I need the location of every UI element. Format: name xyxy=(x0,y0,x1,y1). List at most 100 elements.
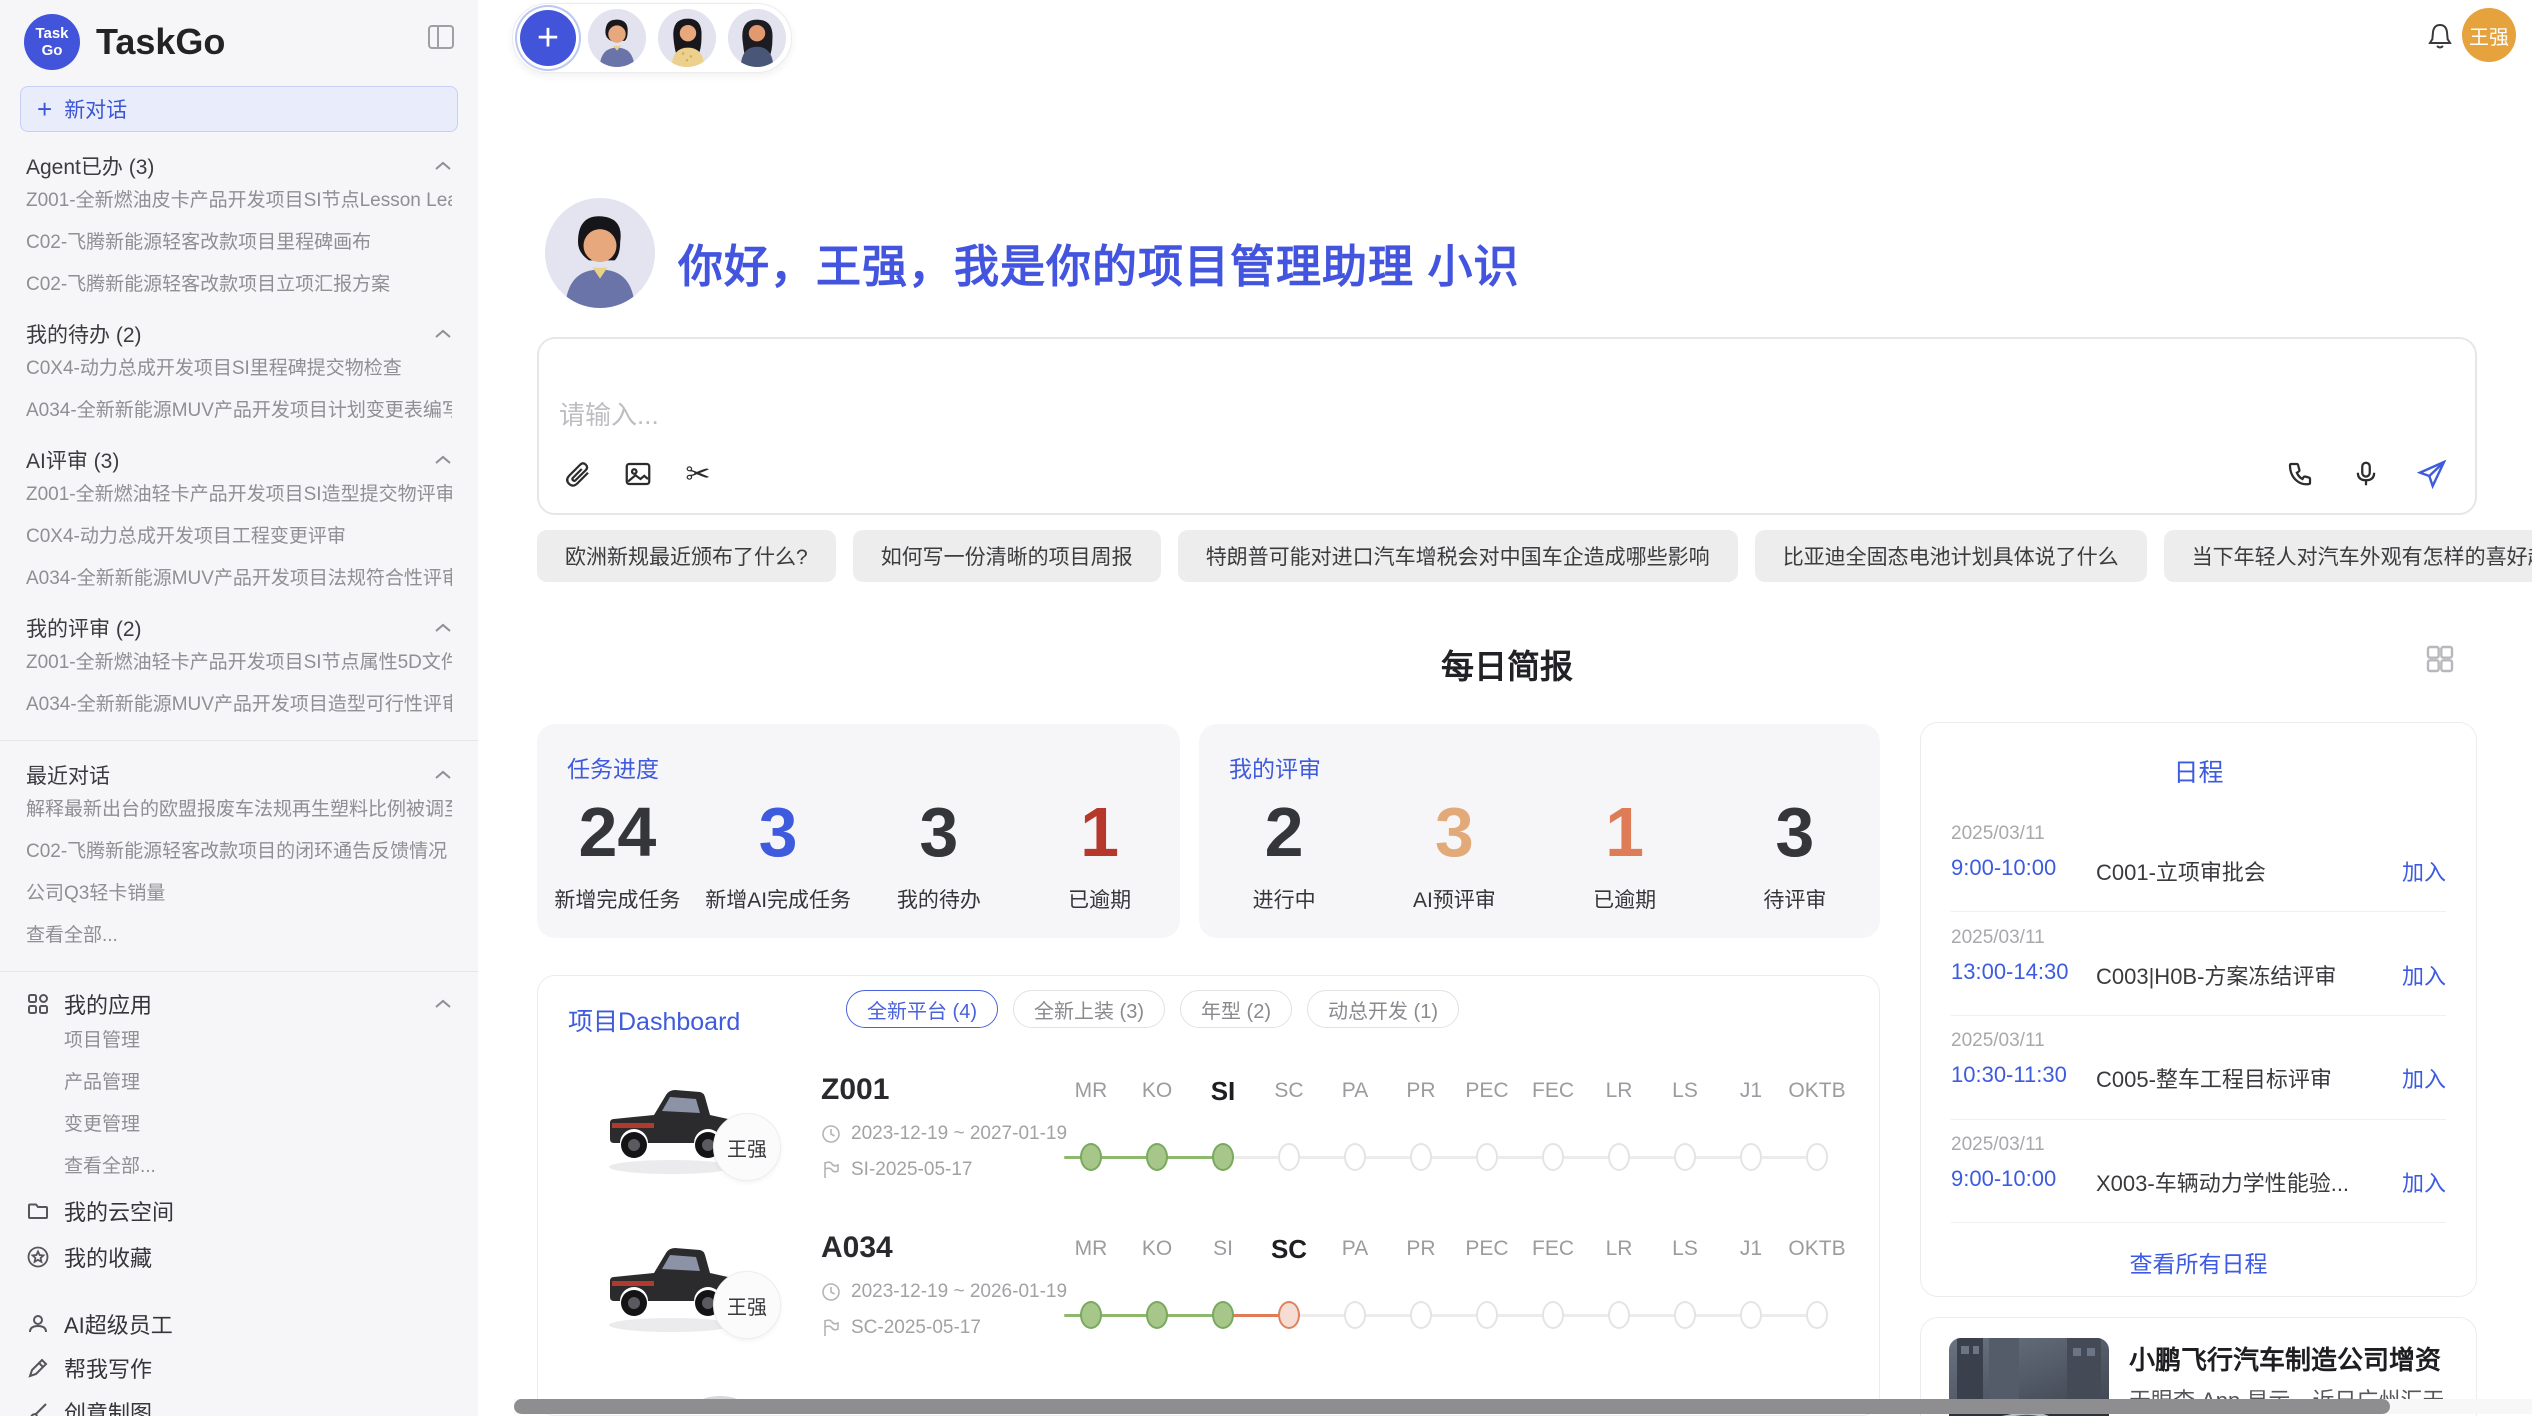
join-link[interactable]: 加入 xyxy=(2402,1166,2446,1198)
sidebar-item-change-mgmt[interactable]: 变更管理 xyxy=(26,1104,452,1146)
schedule-name: X003-车辆动力学性能验... xyxy=(2096,1166,2349,1198)
milestone-label: PA xyxy=(1322,1234,1388,1264)
list-item[interactable]: C02-飞腾新能源轻客改款项目的闭环通告反馈情况 xyxy=(26,831,452,873)
list-item[interactable]: C02-飞腾新能源轻客改款项目里程碑画布 xyxy=(26,222,452,264)
session-avatar-2[interactable] xyxy=(658,9,716,67)
milestone-dot xyxy=(1608,1301,1630,1329)
greeting-text: 你好，王强，我是你的项目管理助理 小识 xyxy=(678,230,1520,295)
list-item[interactable]: C0X4-动力总成开发项目工程变更评审 xyxy=(26,516,452,558)
view-all-link[interactable]: 查看全部... xyxy=(26,1146,452,1188)
brush-icon xyxy=(26,1400,50,1416)
dashboard-title: 项目Dashboard xyxy=(568,1002,740,1038)
view-all-link[interactable]: 查看全部... xyxy=(26,915,452,957)
suggestion-chip[interactable]: 欧洲新规最近颁布了什么? xyxy=(537,530,836,582)
project-name: Z001 xyxy=(821,1073,889,1107)
stat-pending-review: 3 待评审 xyxy=(1710,796,1880,914)
flag-icon xyxy=(821,1160,841,1180)
suggestion-chip[interactable]: 特朗普可能对进口汽车增税会对中国车企造成哪些影响 xyxy=(1178,530,1738,582)
my-apps-label: 我的应用 xyxy=(64,988,152,1020)
section-my-review[interactable]: 我的评审 (2) xyxy=(26,614,452,642)
join-link[interactable]: 加入 xyxy=(2402,855,2446,887)
dates-text: 2023-12-19 ~ 2026-01-19 xyxy=(851,1281,1067,1303)
tab-powertrain[interactable]: 动总开发 (1) xyxy=(1307,990,1459,1028)
assistant-avatar xyxy=(545,198,655,308)
milestone-dot xyxy=(1146,1301,1168,1329)
list-item[interactable]: A034-全新新能源MUV产品开发项目法规符合性评审 xyxy=(26,558,452,600)
sidebar-item-cloud-space[interactable]: 我的云空间 xyxy=(26,1188,452,1234)
stat-new-completed: 24 新增完成任务 xyxy=(537,796,698,914)
phone-icon[interactable] xyxy=(2283,457,2317,491)
list-item[interactable]: C02-飞腾新能源轻客改款项目立项汇报方案 xyxy=(26,264,452,306)
join-link[interactable]: 加入 xyxy=(2402,1062,2446,1094)
list-item[interactable]: Z001-全新燃油轻卡产品开发项目SI节点属性5D文件评审 xyxy=(26,642,452,684)
image-icon[interactable] xyxy=(621,457,655,491)
chevron-up-icon xyxy=(434,622,452,634)
paperclip-icon[interactable] xyxy=(561,457,595,491)
list-item[interactable]: A034-全新新能源MUV产品开发项目计划变更表编写 xyxy=(26,390,452,432)
milestone-label: MR xyxy=(1058,1076,1124,1106)
milestone-dot xyxy=(1740,1301,1762,1329)
suggestion-chip[interactable]: 比亚迪全固态电池计划具体说了什么 xyxy=(1755,530,2147,582)
divider xyxy=(0,971,478,972)
tab-new-body[interactable]: 全新上装 (3) xyxy=(1013,990,1165,1028)
project-row-z001[interactable]: 王强 Z001 2023-12-19 ~ 2027-01-19 SI-2025-… xyxy=(538,1061,1879,1219)
section-agent-done[interactable]: Agent已办 (3) xyxy=(26,152,452,180)
session-avatar-3[interactable] xyxy=(728,9,786,67)
layout-grid-icon[interactable] xyxy=(2424,643,2456,675)
attachment-tools: ✂ xyxy=(561,457,715,491)
sidebar-item-product-mgmt[interactable]: 产品管理 xyxy=(26,1062,452,1104)
milestone-dot xyxy=(1080,1143,1102,1171)
app-root: Task Go TaskGo + 新对话 Agent已办 (3) Z001-全新… xyxy=(0,0,2532,1416)
sidebar-item-creative-drawing[interactable]: 创意制图 xyxy=(26,1390,452,1416)
sidebar-item-my-apps[interactable]: 我的应用 xyxy=(26,988,452,1020)
new-chat-button[interactable]: + 新对话 xyxy=(20,86,458,132)
logo-line1: Task xyxy=(35,25,68,42)
sidebar-item-ai-employee[interactable]: AI超级员工 xyxy=(26,1302,452,1346)
list-item[interactable]: 解释最新出台的欧盟报废车法规再生塑料比例被调至15%... xyxy=(26,789,452,831)
milestone-dot xyxy=(1278,1143,1300,1171)
milestone-label: PR xyxy=(1388,1234,1454,1264)
sidebar-collapse-icon[interactable] xyxy=(426,22,456,52)
section-ai-review[interactable]: AI评审 (3) xyxy=(26,446,452,474)
notifications-bell-icon[interactable] xyxy=(2424,20,2456,52)
schedule-title: 日程 xyxy=(1921,753,2476,789)
list-item[interactable]: Z001-全新燃油皮卡产品开发项目SI节点Lesson Learn报告 xyxy=(26,180,452,222)
chat-input[interactable] xyxy=(559,395,1959,435)
stat-value: 1 xyxy=(1019,796,1180,868)
list-item[interactable]: C0X4-动力总成开发项目SI里程碑提交物检查 xyxy=(26,348,452,390)
section-recent-chats[interactable]: 最近对话 xyxy=(26,761,452,789)
add-session-button[interactable]: + xyxy=(520,10,576,66)
horizontal-scrollbar-track[interactable] xyxy=(514,1399,2532,1414)
tab-all-new-platform[interactable]: 全新平台 (4) xyxy=(846,990,998,1028)
project-row-a034[interactable]: 王强 A034 2023-12-19 ~ 2026-01-19 SC-2025-… xyxy=(538,1219,1879,1377)
dashboard-tabs: 全新平台 (4) 全新上装 (3) 年型 (2) 动总开发 (1) xyxy=(846,990,1459,1028)
section-my-todo[interactable]: 我的待办 (2) xyxy=(26,320,452,348)
suggestion-chip[interactable]: 如何写一份清晰的项目周报 xyxy=(853,530,1161,582)
tab-model-year[interactable]: 年型 (2) xyxy=(1180,990,1292,1028)
list-item[interactable]: Z001-全新燃油轻卡产品开发项目SI造型提交物评审 xyxy=(26,474,452,516)
stat-new-ai-completed: 3 新增AI完成任务 xyxy=(698,796,859,914)
scissors-icon[interactable]: ✂ xyxy=(681,457,715,491)
list-item[interactable]: 公司Q3轻卡销量 xyxy=(26,873,452,915)
suggestion-chips: 欧洲新规最近颁布了什么? 如何写一份清晰的项目周报 特朗普可能对进口汽车增税会对… xyxy=(537,530,2477,582)
horizontal-scrollbar-thumb[interactable] xyxy=(514,1399,2390,1414)
milestone-dot xyxy=(1674,1301,1696,1329)
send-icon[interactable] xyxy=(2415,457,2449,491)
logo-row: Task Go TaskGo xyxy=(0,6,478,78)
session-avatar-1[interactable] xyxy=(588,9,646,67)
view-all-schedule-link[interactable]: 查看所有日程 xyxy=(1921,1245,2476,1279)
suggestion-chip[interactable]: 当下年轻人对汽车外观有怎样的喜好趋势 xyxy=(2164,530,2532,582)
owner-name: 王强 xyxy=(727,1291,767,1320)
user-avatar[interactable]: 王强 xyxy=(2462,8,2516,62)
sidebar-item-help-writing[interactable]: 帮我写作 xyxy=(26,1346,452,1390)
milestone-dot xyxy=(1806,1301,1828,1329)
milestone-dot xyxy=(1410,1143,1432,1171)
sidebar-item-favorites[interactable]: 我的收藏 xyxy=(26,1234,452,1280)
list-item[interactable]: A034-全新新能源MUV产品开发项目造型可行性评审 xyxy=(26,684,452,726)
join-link[interactable]: 加入 xyxy=(2402,959,2446,991)
sidebar-item-project-mgmt[interactable]: 项目管理 xyxy=(26,1020,452,1062)
schedule-time: 9:00-10:00 xyxy=(1951,1166,2056,1192)
milestone-dot xyxy=(1476,1301,1498,1329)
creative-drawing-label: 创意制图 xyxy=(64,1396,152,1416)
microphone-icon[interactable] xyxy=(2349,457,2383,491)
